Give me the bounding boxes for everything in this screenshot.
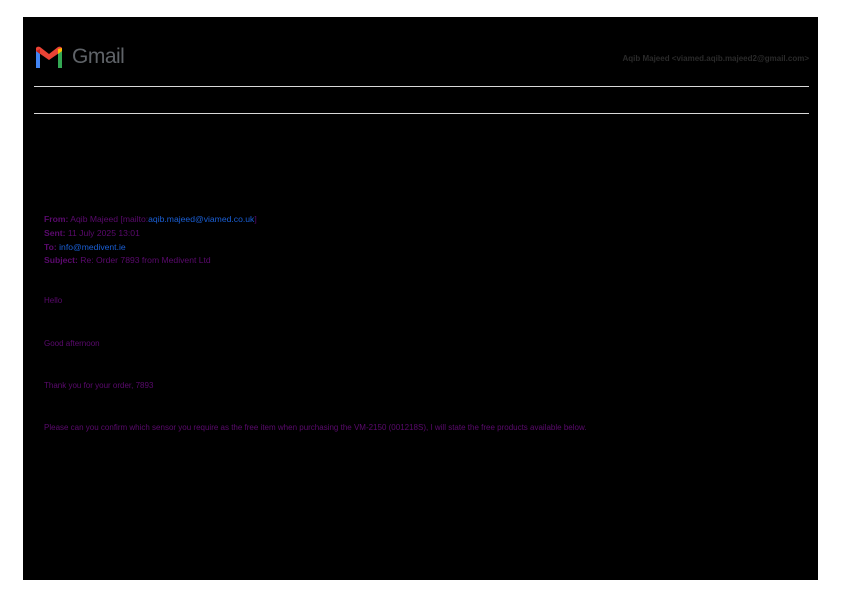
- to-label: To:: [44, 241, 57, 252]
- gmail-m-icon: [36, 46, 62, 68]
- account-address: Aqib Majeed <viamed.aqib.majeed2@gmail.c…: [622, 54, 809, 63]
- sent-line: Sent: 11 July 2025 13:01: [44, 227, 257, 241]
- to-email-link[interactable]: info@medivent.ie: [59, 242, 126, 252]
- subject-label: Subject:: [44, 255, 78, 266]
- from-line: From: Aqib Majeed [mailto:aqib.majeed@vi…: [44, 213, 257, 227]
- from-email-link[interactable]: aqib.majeed@viamed.co.uk: [148, 214, 254, 224]
- email-print-page: Gmail Aqib Majeed <viamed.aqib.majeed2@g…: [23, 17, 818, 580]
- header-divider: [34, 86, 809, 87]
- body-request: Please can you confirm which sensor you …: [44, 423, 587, 432]
- to-line: To: info@medivent.ie: [44, 241, 257, 255]
- quoted-header: From: Aqib Majeed [mailto:aqib.majeed@vi…: [44, 213, 257, 268]
- subject-line: Subject: Re: Order 7893 from Medivent Lt…: [44, 254, 257, 268]
- from-close: ]: [254, 214, 257, 224]
- subject-value: Re: Order 7893 from Medivent Ltd: [80, 255, 211, 266]
- sent-value: 11 July 2025 13:01: [67, 227, 140, 238]
- body-greeting: Hello: [44, 296, 63, 305]
- body-salutation: Good afternoon: [44, 339, 100, 348]
- gmail-logo[interactable]: Gmail: [34, 45, 125, 69]
- from-name: Aqib Majeed [mailto:: [70, 214, 149, 224]
- gmail-wordmark: Gmail: [72, 45, 125, 68]
- sent-label: Sent:: [44, 227, 66, 238]
- from-label: From:: [44, 214, 69, 224]
- body-thanks: Thank you for your order, 7893: [44, 381, 154, 390]
- subject-divider: [34, 113, 809, 114]
